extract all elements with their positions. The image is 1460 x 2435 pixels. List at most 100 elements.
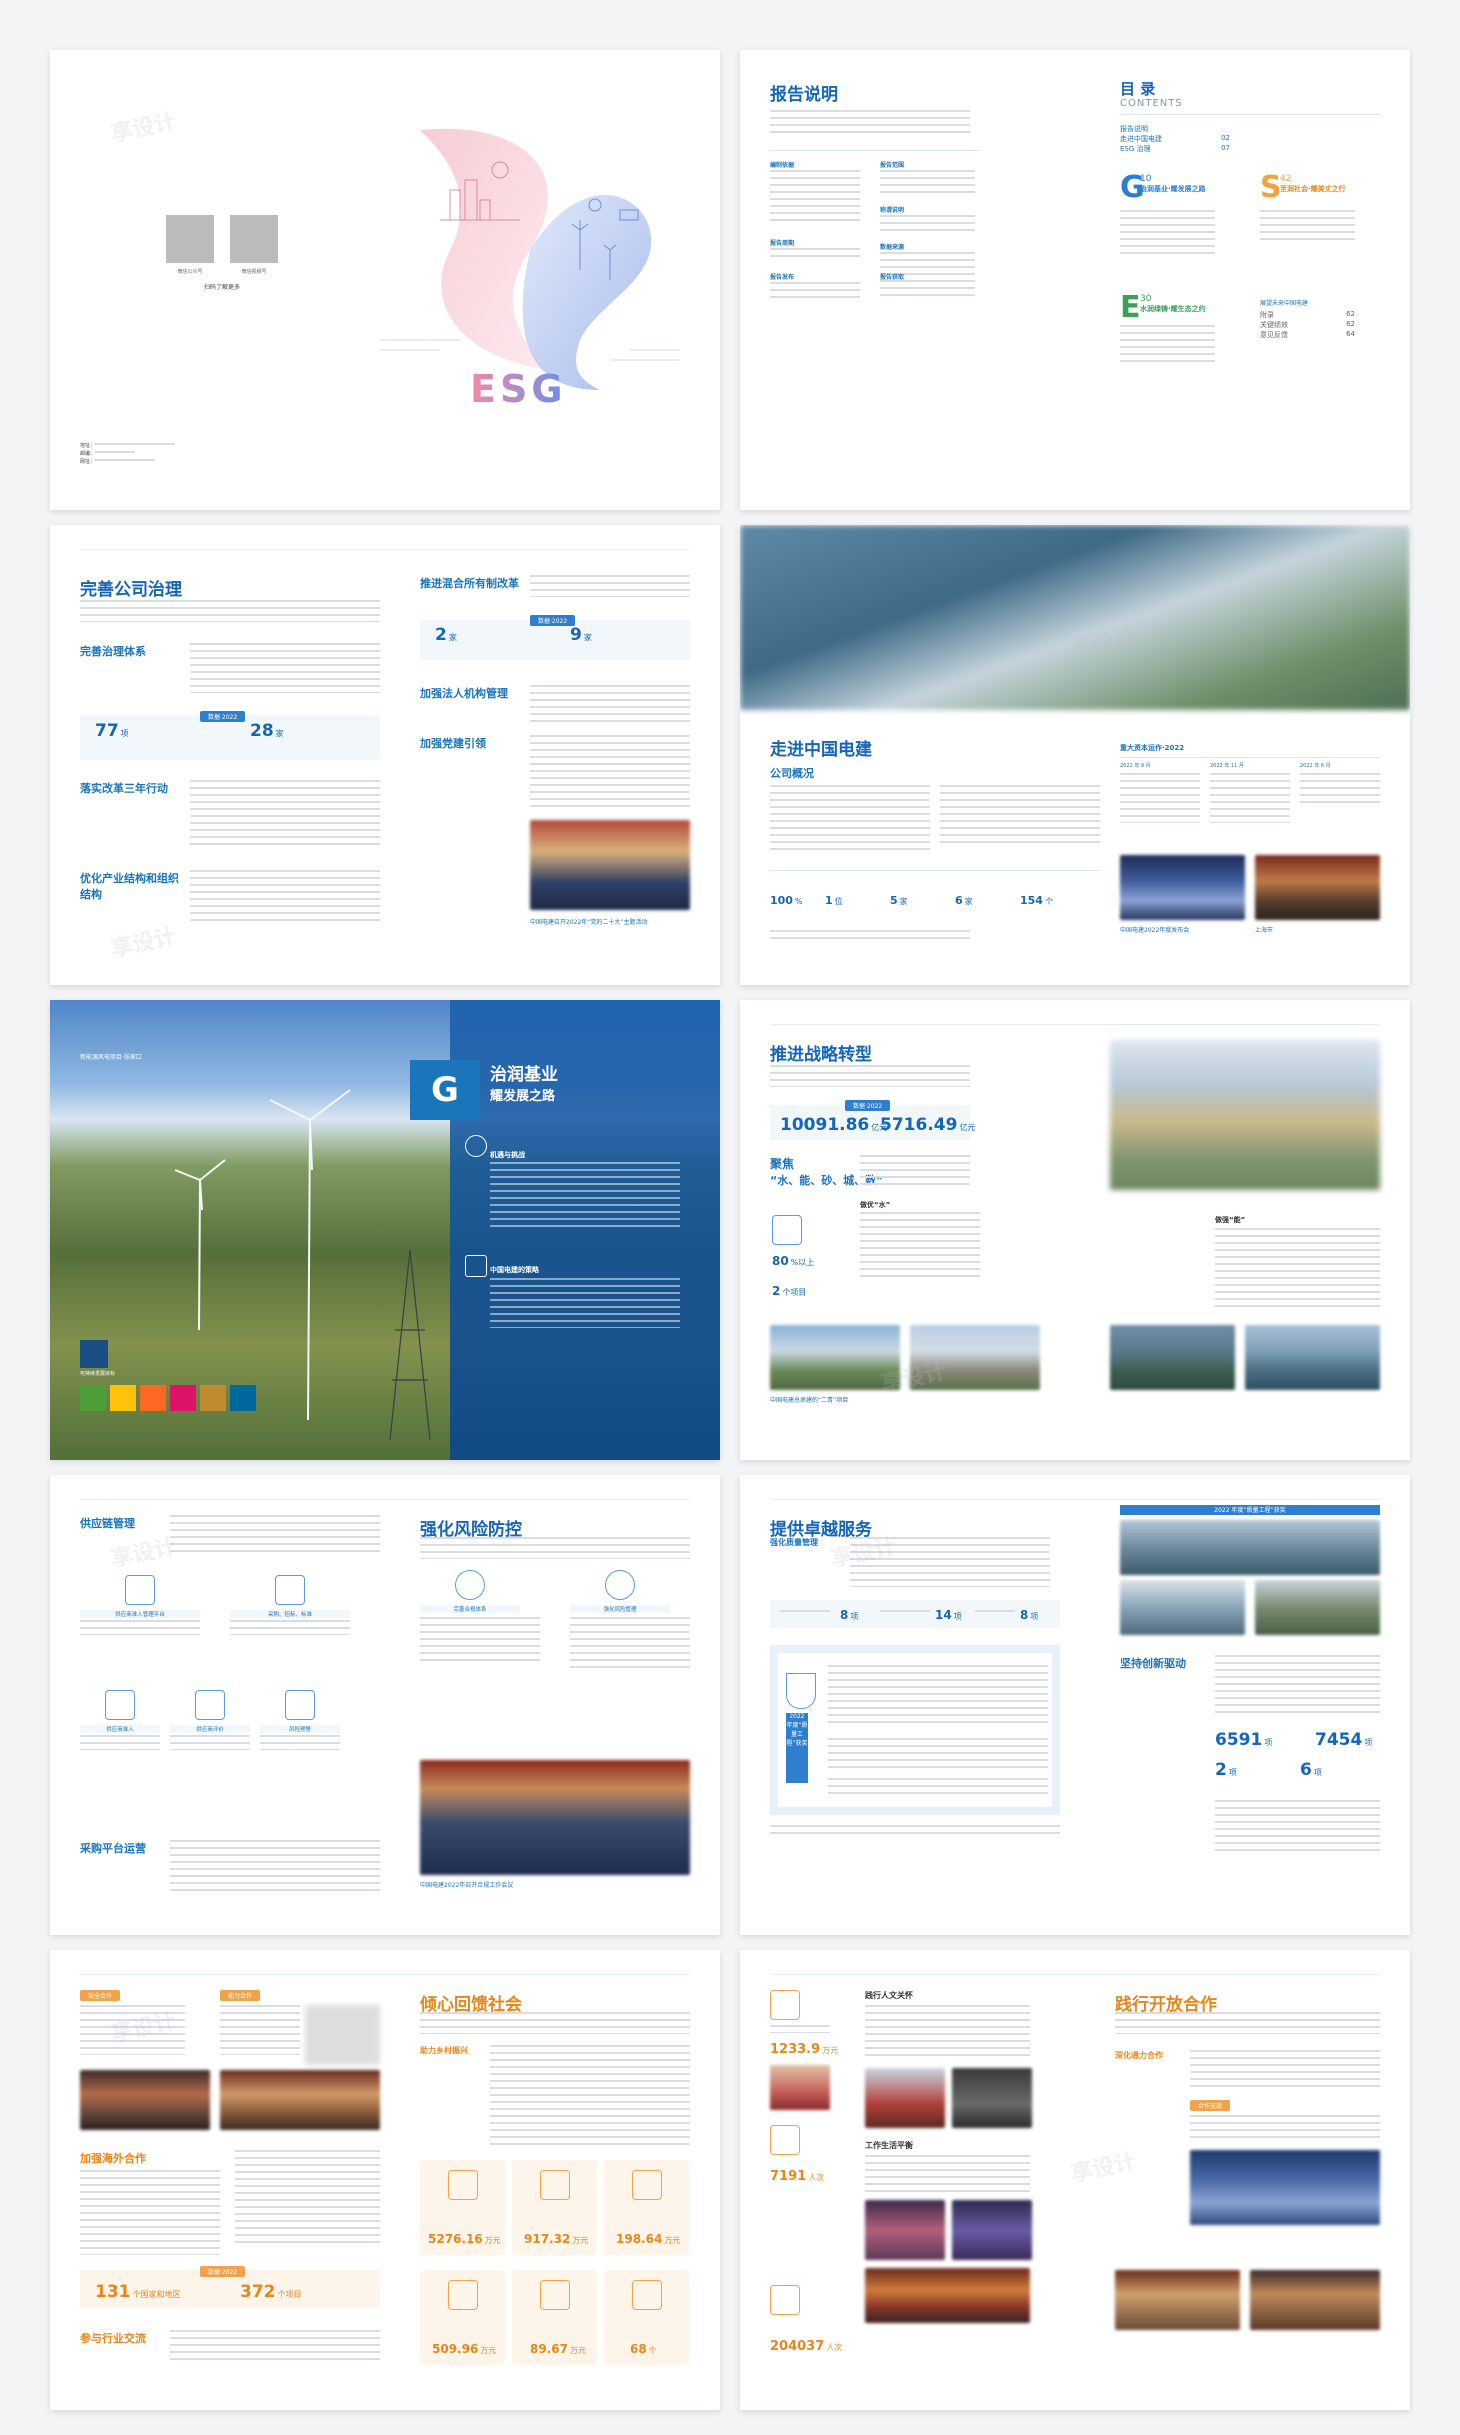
blurred-doc-image <box>305 2005 380 2065</box>
toc-front-2[interactable]: ESG 治理 07 <box>1120 144 1230 154</box>
event-date-0: 2022 年 9 月 <box>1120 763 1151 769</box>
donation-icon <box>448 2170 478 2200</box>
compliance-meeting-photo <box>420 1760 690 1875</box>
supply-icon-label-0: 供应商准入管理平台 <box>80 1610 200 1618</box>
toc-section-e[interactable]: 水润绿铸·耀生态之约 <box>1140 304 1206 314</box>
people-stat-3: 204037 人次 <box>770 2339 843 2354</box>
intro-item-6: 报告获取 <box>880 274 905 281</box>
party-meeting-photo <box>530 820 690 910</box>
activity-icon <box>770 2285 800 2315</box>
toc-back-2[interactable]: 意见反馈 64 <box>1260 330 1355 340</box>
toc-front-1[interactable]: 走进中国电建 02 <box>1120 134 1230 144</box>
strategy-stat-4: 2 个项目 <box>772 1284 807 1298</box>
toc-back-title[interactable]: 展望未来中国电建 <box>1260 298 1308 307</box>
governance-sub1: 完善治理体系 <box>80 645 146 658</box>
toc-back-0[interactable]: 附录 62 <box>1260 310 1355 320</box>
village-stats-grid: 5276.16 万元 917.32 万元 198.64 万元 509.96 万元 89.… <box>420 2160 690 2370</box>
people-photo-5 <box>865 2268 1030 2323</box>
handshake-icon <box>465 1255 487 1277</box>
toc-back: 附录 62 关键绩效 62 意见反馈 64 <box>1260 310 1355 340</box>
supply-chain-page: 供应链管理 供应商准入管理平台 采购、招标、标准 供应商准入 供应商评价 风险预… <box>50 1475 720 1935</box>
toc-section-g[interactable]: 治润基业·耀发展之路 <box>1140 184 1206 194</box>
quality-stats: 8项 14 项 8项 <box>770 1600 1060 1628</box>
sdg-label: 可持续发展目标 <box>80 1371 116 1377</box>
social-sub1: 加强海外合作 <box>80 2152 146 2165</box>
governance-sub3: 优化产业结构和组织结构 <box>80 872 179 901</box>
qr-label-2: 微信视频号 <box>241 269 267 275</box>
warning-icon <box>285 1690 315 1720</box>
qr-caption: 扫码了解更多 <box>203 284 240 291</box>
about-title: 走进中国电建 <box>770 740 872 760</box>
focus-title: 聚焦 <box>770 1157 795 1171</box>
supply-icon-label-4: 风险预警 <box>260 1725 340 1733</box>
service-sub2: 坚持创新驱动 <box>1120 1657 1186 1670</box>
spread-1: 微信公众号 微信视频号 扫码了解更多 地址： 邮编： 网址： ESG 享设计 报… <box>50 50 1410 510</box>
watermark: 享设计 <box>108 924 179 963</box>
governance-page: 完善公司治理 完善治理体系 数据·2022 77 项 28 家 落实改革三年行动 优… <box>50 525 720 985</box>
care-icon <box>770 1990 800 2020</box>
intro-item-5: 报告发布 <box>770 274 795 281</box>
event-photo-1 <box>1120 855 1245 920</box>
sdg-icon <box>110 1385 136 1411</box>
people-photo-4 <box>952 2200 1032 2260</box>
care-photo <box>770 2065 830 2110</box>
evaluation-icon <box>195 1690 225 1720</box>
service-stat-7: 6项 <box>1300 1760 1322 1780</box>
sdg-icon <box>80 1385 106 1411</box>
quality-award-frame: 2022 年度“质量工程”获奖 <box>770 1645 1060 1815</box>
contents-title-en: CONTENTS <box>1120 98 1183 109</box>
cover-contact: 地址： 邮编： 网址： <box>80 442 176 466</box>
toc-num-e: 30 <box>1140 294 1152 304</box>
dam-photo <box>740 525 1410 710</box>
people-photo-2 <box>952 2068 1032 2128</box>
risk-icon-label-0: 完善合规体系 <box>420 1605 520 1613</box>
social-photo-1 <box>80 2070 210 2130</box>
toc-letter-e: E <box>1120 290 1141 325</box>
service-sub1: 强化质量管理 <box>770 1538 818 1547</box>
governance-stat-2: 28 家 <box>250 721 284 741</box>
g-sub1: 机遇与挑战 <box>490 1151 525 1159</box>
intro-item-4: 报告周期 <box>770 240 795 247</box>
intro-item-1: 报告范围 <box>880 162 905 169</box>
toc-letter-s: S <box>1260 170 1282 205</box>
intro-item-3: 数据来源 <box>880 244 905 251</box>
toc-back-1[interactable]: 关键绩效 62 <box>1260 320 1355 330</box>
village-stat-3: 509.96 万元 <box>432 2342 497 2356</box>
toc-front-0[interactable]: 报告说明 <box>1120 124 1230 134</box>
contents-title: 目 录 <box>1120 80 1156 98</box>
village-stat-1: 917.32 万元 <box>524 2232 589 2246</box>
toc-num-g: 10 <box>1140 174 1152 184</box>
compliance-icon <box>455 1570 485 1600</box>
toc-section-s[interactable]: 至润社会·耀美丈之行 <box>1280 184 1346 194</box>
g-photo-caption: 新能源风电项目·张家口 <box>80 1054 142 1061</box>
g-title-2: 耀发展之路 <box>490 1089 556 1104</box>
event-photo-2 <box>1255 855 1380 920</box>
people-stat-2: 7191 人次 <box>770 2169 825 2184</box>
village-stat-5: 68 个 <box>630 2342 657 2356</box>
supply-icon-label-3: 供应商评价 <box>170 1725 250 1733</box>
document-icon <box>275 1575 305 1605</box>
social-stat-2: 372 个项目 <box>240 2282 302 2302</box>
qr-code-1 <box>166 215 214 263</box>
education-icon <box>540 2170 570 2200</box>
contents-front: 报告说明 走进中国电建 02 ESG 治理 07 <box>1120 124 1230 156</box>
award-vertical-label: 2022 年度“质量工程”获奖 <box>786 1713 808 1783</box>
people-stat-1: 1233.9 万元 <box>770 2042 839 2057</box>
g-section-photo-page: 新能源风电项目·张家口 可持续发展目标 G 治润基业 耀发展之路 机遇与挑战 中… <box>50 1000 720 1460</box>
governance-badge: 数据·2022 <box>200 711 246 722</box>
event-date-1: 2022 年 11 月 <box>1210 763 1244 769</box>
sdg-icon <box>140 1385 166 1411</box>
service-stat-6: 2项 <box>1215 1760 1237 1780</box>
g-letter: G <box>410 1060 480 1120</box>
about-sub: 公司概况 <box>770 767 814 780</box>
award-banner: 2022 年度“质量工程”获奖 <box>1120 1505 1380 1515</box>
village-stat-2: 198.64 万元 <box>616 2232 681 2246</box>
risk-shield-icon <box>605 1570 635 1600</box>
people-icon <box>770 2125 800 2155</box>
people-sub1: 践行人文关怀 <box>865 1991 913 2000</box>
platform-icon <box>125 1575 155 1605</box>
volunteer-icon <box>632 2280 662 2310</box>
water-plant-icon <box>772 1215 802 1245</box>
strategy-stat-2: 5716.49 亿元 <box>880 1115 976 1135</box>
tag-safety: 安全合作 <box>80 1990 121 2001</box>
